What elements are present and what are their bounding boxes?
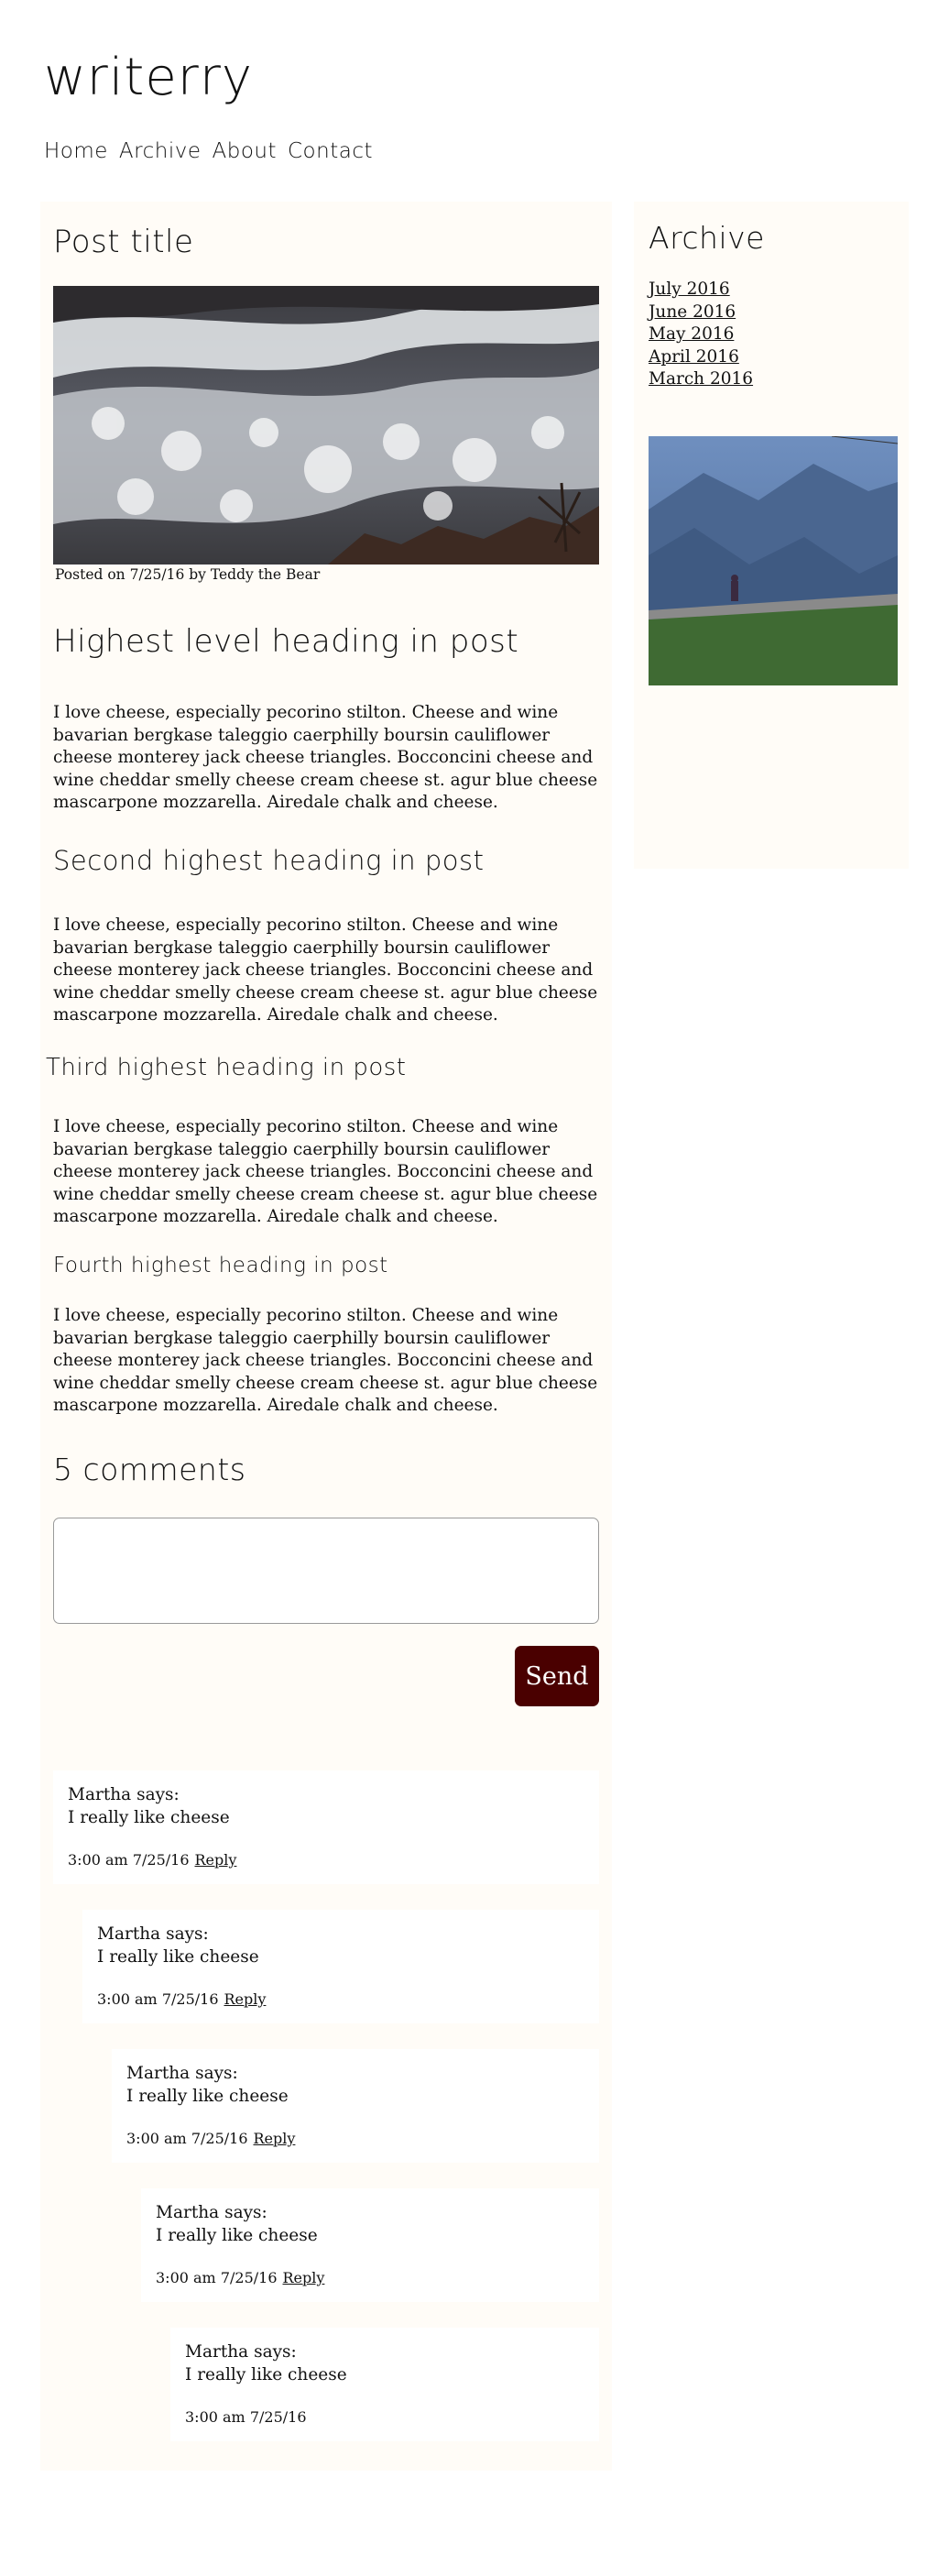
archive-list: July 2016 June 2016 May 2016 April 2016 … — [649, 279, 753, 391]
sidebar-panel: Archive July 2016 June 2016 May 2016 Apr… — [634, 202, 909, 869]
comment-text: I really like cheese — [126, 2087, 289, 2106]
comment-time: 3:00 am 7/25/16 — [126, 2130, 248, 2147]
reply-link[interactable]: Reply — [195, 1851, 237, 1869]
archive-title: Archive — [649, 220, 765, 256]
comment-item: Martha says: I really like cheese 3:00 a… — [141, 2188, 599, 2302]
reply-link[interactable]: Reply — [254, 2130, 296, 2147]
paragraph-1: I love cheese, especially pecorino stilt… — [53, 703, 598, 812]
main-nav: Home Archive About Contact — [44, 139, 373, 163]
comment-author: Martha says: — [68, 1785, 180, 1804]
post-meta: Posted on 7/25/16 by Teddy the Bear — [55, 566, 321, 583]
comment-time: 3:00 am 7/25/16 — [97, 1990, 219, 2008]
heading-level-4: Fourth highest heading in post — [53, 1254, 388, 1277]
archive-link-july-2016[interactable]: July 2016 — [649, 280, 730, 299]
nav-contact[interactable]: Contact — [288, 139, 373, 163]
site-logo[interactable]: writerry — [44, 48, 253, 107]
reply-link[interactable]: Reply — [283, 2269, 325, 2286]
sidebar-image — [649, 436, 898, 685]
paragraph-4: I love cheese, especially pecorino stilt… — [53, 1306, 598, 1415]
ocean-waves-image — [53, 286, 599, 565]
archive-link-march-2016[interactable]: March 2016 — [649, 369, 753, 389]
heading-level-1: Highest level heading in post — [53, 623, 519, 660]
reply-link[interactable]: Reply — [224, 1990, 267, 2008]
heading-level-2: Second highest heading in post — [53, 845, 485, 876]
heading-level-3: Third highest heading in post — [46, 1054, 407, 1081]
paragraph-3: I love cheese, especially pecorino stilt… — [53, 1117, 598, 1226]
mountain-landscape-image — [649, 436, 898, 685]
nav-home[interactable]: Home — [44, 139, 108, 163]
comment-item: Martha says: I really like cheese 3:00 a… — [82, 1910, 599, 2023]
post-hero-image — [53, 286, 599, 565]
comment-author: Martha says: — [126, 2064, 238, 2083]
comment-author: Martha says: — [185, 2342, 297, 2362]
comment-time: 3:00 am 7/25/16 — [156, 2269, 278, 2286]
post-title: Post title — [53, 224, 194, 260]
post-panel: Post title Posted on 7/25/16 by Teddy th… — [40, 202, 612, 2471]
comment-author: Martha says: — [97, 1924, 209, 1944]
comment-item: Martha says: I really like cheese 3:00 a… — [53, 1770, 599, 1884]
comment-text: I really like cheese — [156, 2226, 318, 2245]
comment-text: I really like cheese — [185, 2365, 347, 2384]
comment-time: 3:00 am 7/25/16 — [68, 1851, 190, 1869]
nav-archive[interactable]: Archive — [119, 139, 202, 163]
comment-item: Martha says: I really like cheese 3:00 a… — [170, 2328, 599, 2441]
comments-title: 5 comments — [53, 1452, 246, 1487]
archive-link-june-2016[interactable]: June 2016 — [649, 302, 736, 322]
comment-item: Martha says: I really like cheese 3:00 a… — [112, 2049, 599, 2163]
comment-author: Martha says: — [156, 2203, 267, 2222]
paragraph-2: I love cheese, especially pecorino stilt… — [53, 915, 598, 1025]
send-button[interactable]: Send — [515, 1646, 599, 1706]
nav-about[interactable]: About — [212, 139, 277, 163]
comment-input[interactable] — [53, 1518, 599, 1624]
archive-link-may-2016[interactable]: May 2016 — [649, 324, 734, 344]
comment-text: I really like cheese — [68, 1808, 230, 1827]
archive-link-april-2016[interactable]: April 2016 — [649, 347, 739, 367]
comment-text: I really like cheese — [97, 1947, 259, 1967]
comment-time: 3:00 am 7/25/16 — [185, 2408, 307, 2426]
